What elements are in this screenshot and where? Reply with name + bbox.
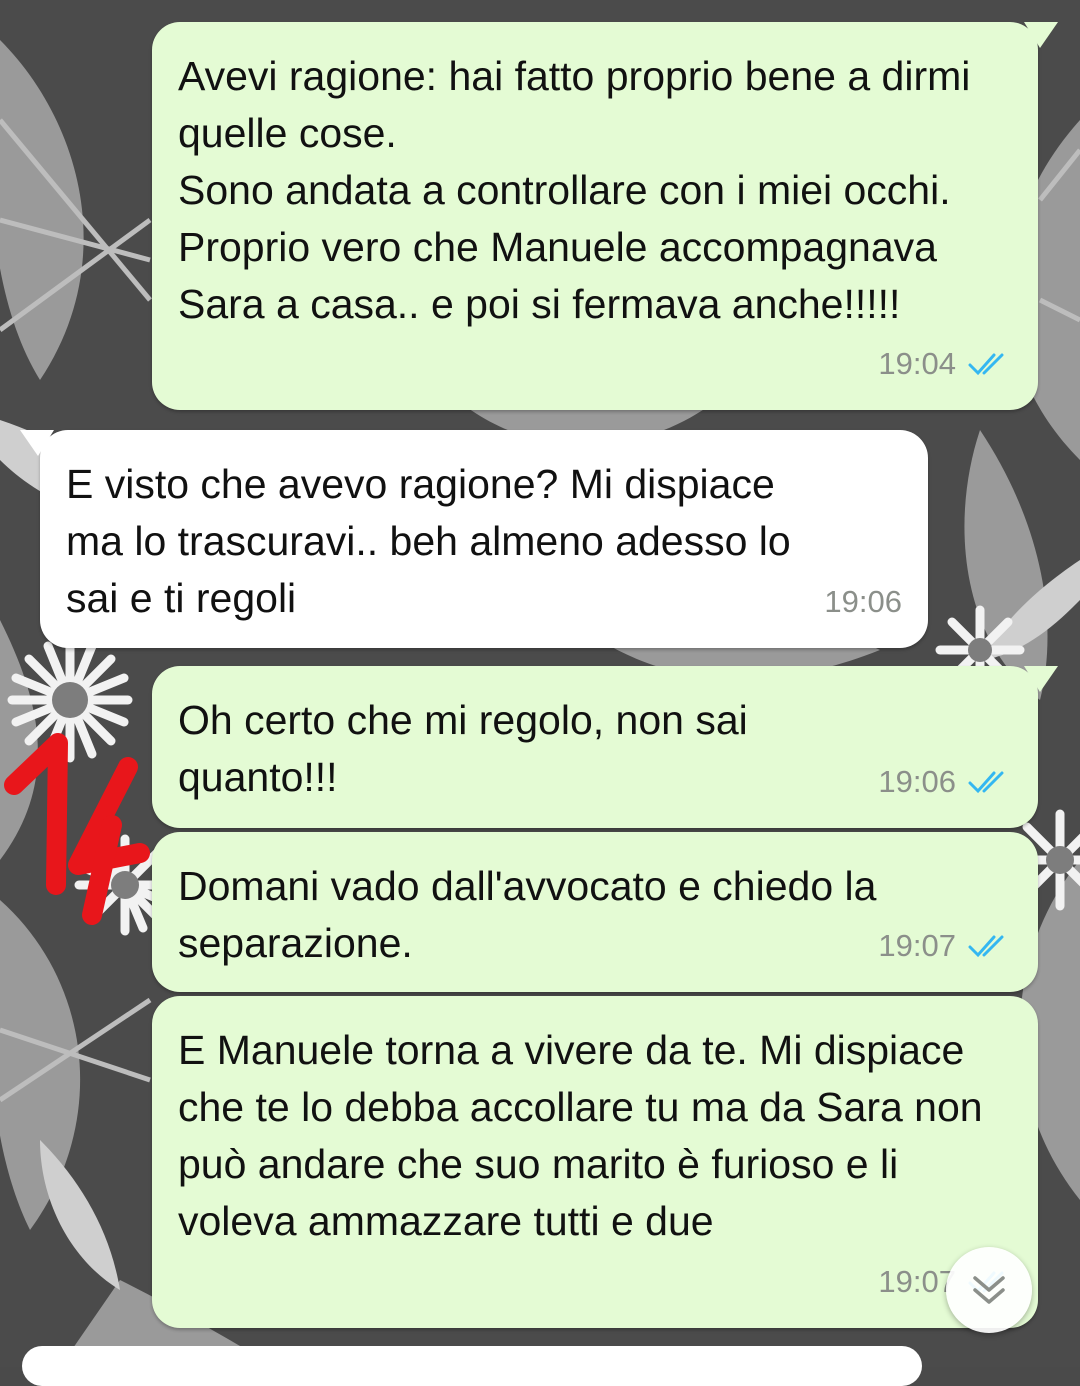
bubble-tail [20, 430, 54, 456]
double-check-read-icon [968, 771, 1004, 793]
message-text: Avevi ragione: hai fatto proprio bene a … [178, 53, 971, 327]
message-meta: 19:07 [878, 917, 1012, 974]
message-bubble-outgoing[interactable]: Avevi ragione: hai fatto proprio bene a … [152, 22, 1058, 410]
message-time: 19:06 [824, 584, 902, 619]
message-time: 19:06 [878, 764, 956, 799]
message-bubble-outgoing[interactable]: Domani vado dall'avvocato e chiedo la se… [152, 832, 1038, 992]
message-text: E Manuele torna a vivere da te. Mi dispi… [178, 1027, 983, 1244]
chevron-double-down-icon [973, 1276, 1005, 1304]
double-check-read-icon [968, 353, 1004, 375]
handwritten-number-annotation [4, 733, 150, 925]
message-time: 19:04 [878, 346, 956, 381]
message-meta: 19:06 [824, 573, 902, 630]
scroll-to-bottom-button[interactable] [946, 1247, 1032, 1333]
message-text: E visto che avevo ragione? Mi dispiace m… [66, 461, 791, 621]
message-bubble-outgoing[interactable]: E Manuele torna a vivere da te. Mi dispi… [152, 996, 1038, 1328]
bubble-tail [1024, 22, 1058, 48]
message-time: 19:07 [878, 928, 956, 963]
message-bubble-incoming[interactable]: E visto che avevo ragione? Mi dispiace m… [20, 430, 928, 648]
message-meta: 19:06 [878, 753, 1012, 810]
message-meta: 19:04 [878, 335, 1012, 392]
next-message-bubble-edge [22, 1346, 922, 1386]
message-time: 19:07 [878, 1264, 956, 1299]
bubble-tail [1024, 666, 1058, 692]
double-check-read-icon [968, 935, 1004, 957]
message-bubble-outgoing[interactable]: Oh certo che mi regolo, non sai quanto!!… [152, 666, 1058, 828]
